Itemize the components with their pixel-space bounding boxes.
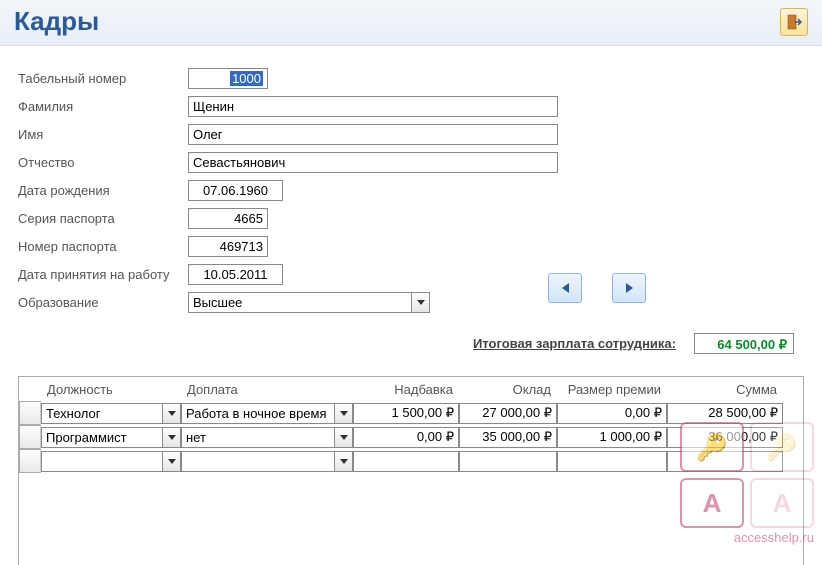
table-row bbox=[19, 449, 803, 473]
prev-record-button[interactable] bbox=[548, 273, 582, 303]
total-salary-label: Итоговая зарплата сотрудника: bbox=[473, 336, 676, 351]
col-header-bonus: Размер премии bbox=[557, 382, 667, 397]
allowance-cell[interactable] bbox=[353, 403, 459, 424]
position-cell[interactable] bbox=[41, 427, 163, 448]
total-salary-value: 64 500,00 ₽ bbox=[694, 333, 794, 354]
bonus-cell[interactable] bbox=[557, 403, 667, 424]
position-dropdown-button[interactable] bbox=[163, 451, 181, 472]
extra-dropdown-button[interactable] bbox=[335, 451, 353, 472]
page-title: Кадры bbox=[14, 6, 99, 37]
triangle-left-icon bbox=[562, 283, 569, 293]
row-selector[interactable] bbox=[19, 425, 41, 449]
col-header-sum: Сумма bbox=[667, 382, 783, 397]
label-name: Имя bbox=[18, 127, 188, 142]
triangle-right-icon bbox=[626, 283, 633, 293]
position-cell[interactable] bbox=[41, 403, 163, 424]
row-selector[interactable] bbox=[19, 449, 41, 473]
table-row bbox=[19, 401, 803, 425]
positions-grid: Должность Доплата Надбавка Оклад Размер … bbox=[18, 376, 804, 565]
label-hired: Дата принятия на работу bbox=[18, 267, 188, 282]
label-tabel: Табельный номер bbox=[18, 71, 188, 86]
col-header-allowance: Надбавка bbox=[353, 382, 459, 397]
edu-select[interactable] bbox=[188, 292, 412, 313]
hired-input[interactable] bbox=[188, 264, 283, 285]
tabel-input[interactable]: 1000 bbox=[188, 68, 268, 89]
edu-dropdown-button[interactable] bbox=[412, 292, 430, 313]
col-header-extra: Доплата bbox=[181, 382, 353, 397]
extra-cell[interactable] bbox=[181, 427, 335, 448]
sum-cell[interactable] bbox=[667, 427, 783, 448]
row-selector[interactable] bbox=[19, 401, 41, 425]
label-edu: Образование bbox=[18, 295, 188, 310]
table-row bbox=[19, 425, 803, 449]
pass-no-input[interactable] bbox=[188, 236, 268, 257]
sum-cell[interactable] bbox=[667, 451, 783, 472]
salary-cell[interactable] bbox=[459, 427, 557, 448]
birth-input[interactable] bbox=[188, 180, 283, 201]
bonus-cell[interactable] bbox=[557, 451, 667, 472]
extra-cell[interactable] bbox=[181, 403, 335, 424]
chevron-down-icon bbox=[168, 435, 176, 440]
extra-cell[interactable] bbox=[181, 451, 335, 472]
pass-series-input[interactable] bbox=[188, 208, 268, 229]
close-form-button[interactable] bbox=[780, 8, 808, 36]
surname-input[interactable] bbox=[188, 96, 558, 117]
chevron-down-icon bbox=[340, 411, 348, 416]
allowance-cell[interactable] bbox=[353, 451, 459, 472]
chevron-down-icon bbox=[417, 300, 425, 305]
salary-cell[interactable] bbox=[459, 403, 557, 424]
door-exit-icon bbox=[786, 14, 802, 30]
col-header-position: Должность bbox=[41, 382, 181, 397]
position-dropdown-button[interactable] bbox=[163, 403, 181, 424]
chevron-down-icon bbox=[168, 411, 176, 416]
col-header-salary: Оклад bbox=[459, 382, 557, 397]
label-pass-no: Номер паспорта bbox=[18, 239, 188, 254]
chevron-down-icon bbox=[340, 435, 348, 440]
bonus-cell[interactable] bbox=[557, 427, 667, 448]
label-surname: Фамилия bbox=[18, 99, 188, 114]
extra-dropdown-button[interactable] bbox=[335, 427, 353, 448]
label-patronymic: Отчество bbox=[18, 155, 188, 170]
chevron-down-icon bbox=[340, 459, 348, 464]
position-dropdown-button[interactable] bbox=[163, 427, 181, 448]
position-cell[interactable] bbox=[41, 451, 163, 472]
salary-cell[interactable] bbox=[459, 451, 557, 472]
name-input[interactable] bbox=[188, 124, 558, 145]
chevron-down-icon bbox=[168, 459, 176, 464]
allowance-cell[interactable] bbox=[353, 427, 459, 448]
label-pass-series: Серия паспорта bbox=[18, 211, 188, 226]
label-birth: Дата рождения bbox=[18, 183, 188, 198]
extra-dropdown-button[interactable] bbox=[335, 403, 353, 424]
sum-cell[interactable] bbox=[667, 403, 783, 424]
next-record-button[interactable] bbox=[612, 273, 646, 303]
patronymic-input[interactable] bbox=[188, 152, 558, 173]
